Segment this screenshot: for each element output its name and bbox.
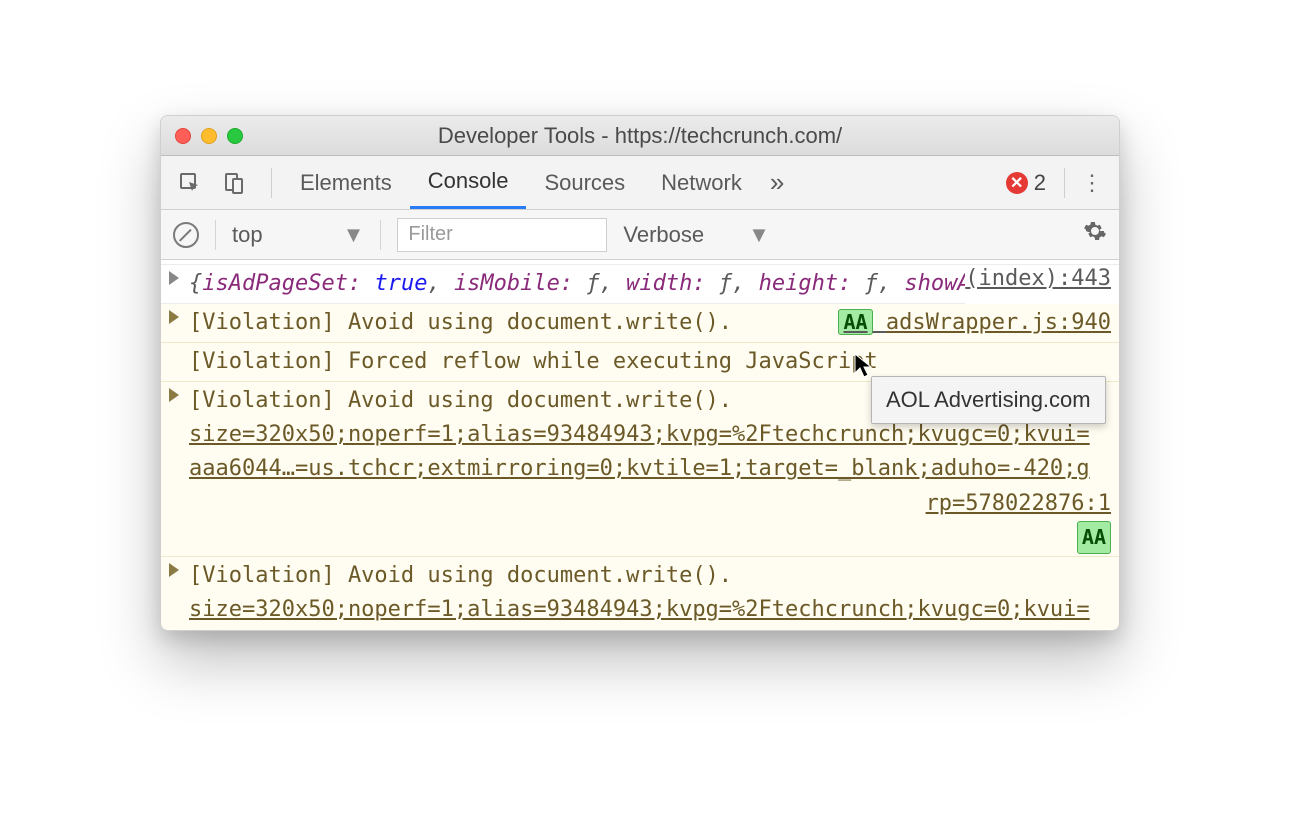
devtools-window: Developer Tools - https://techcrunch.com… <box>160 115 1120 631</box>
console-output: (index):443 {isAdPageSet: true, isMobile… <box>161 260 1119 630</box>
console-filter-bar: top ▼ Verbose ▼ <box>161 210 1119 260</box>
clear-console-icon[interactable] <box>173 222 199 248</box>
console-row-violation[interactable]: AA adsWrapper.js:940 [Violation] Avoid u… <box>161 304 1119 343</box>
kebab-menu-icon[interactable]: ⋮ <box>1077 170 1107 196</box>
separator <box>215 220 216 250</box>
titlebar: Developer Tools - https://techcrunch.com… <box>161 116 1119 156</box>
traffic-lights <box>175 128 243 144</box>
error-badge[interactable]: ✕ 2 <box>1006 170 1046 196</box>
url-text[interactable]: size=320x50;noperf=1;alias=93484943;kvpg… <box>189 593 1111 627</box>
tab-network[interactable]: Network <box>643 156 760 209</box>
error-icon: ✕ <box>1006 172 1028 194</box>
filter-input[interactable] <box>397 218 607 252</box>
violation-text: [Violation] Forced reflow while executin… <box>189 349 878 374</box>
level-label: Verbose <box>623 222 704 248</box>
gear-icon[interactable] <box>1083 219 1107 250</box>
window-title: Developer Tools - https://techcrunch.com… <box>161 123 1119 149</box>
violation-text: [Violation] Avoid using document.write()… <box>189 563 732 588</box>
url-text[interactable]: aaa6044…=us.tchcr;extmirroring=0;kvtile=… <box>189 452 1111 486</box>
disclosure-triangle-icon[interactable] <box>169 388 179 402</box>
log-level-selector[interactable]: Verbose ▼ <box>623 222 770 248</box>
device-toolbar-icon[interactable] <box>217 166 251 200</box>
inspect-element-icon[interactable] <box>173 166 207 200</box>
zoom-icon[interactable] <box>227 128 243 144</box>
panel-tabs: Elements Console Sources Network » <box>282 156 794 209</box>
tab-console[interactable]: Console <box>410 156 527 209</box>
violation-text: [Violation] Avoid using document.write()… <box>189 310 732 335</box>
url-text[interactable]: rp=578022876:1 <box>189 487 1111 521</box>
tooltip: AOL Advertising.com <box>871 376 1106 424</box>
third-party-badge[interactable]: AA <box>838 309 872 335</box>
tab-elements[interactable]: Elements <box>282 156 410 209</box>
separator <box>1064 168 1065 198</box>
disclosure-triangle-icon[interactable] <box>169 271 179 285</box>
source-link[interactable]: AA adsWrapper.js:940 <box>838 306 1111 340</box>
chevron-down-icon: ▼ <box>343 222 365 248</box>
source-link[interactable]: (index):443 <box>965 262 1111 296</box>
console-row-violation[interactable]: [Violation] Avoid using document.write()… <box>161 557 1119 630</box>
violation-text: [Violation] Avoid using document.write()… <box>189 388 732 413</box>
third-party-badge[interactable]: AA <box>1077 521 1111 554</box>
close-icon[interactable] <box>175 128 191 144</box>
tab-more[interactable]: » <box>760 156 794 209</box>
tab-sources[interactable]: Sources <box>526 156 643 209</box>
main-toolbar: Elements Console Sources Network » ✕ 2 ⋮ <box>161 156 1119 210</box>
separator <box>380 220 381 250</box>
error-count: 2 <box>1034 170 1046 196</box>
url-text[interactable]: aaa6044…=us.tchcr;extmirroring=0;kvtile=… <box>189 627 1111 630</box>
separator <box>271 168 272 198</box>
disclosure-triangle-icon[interactable] <box>169 563 179 577</box>
disclosure-triangle-icon[interactable] <box>169 310 179 324</box>
context-selector[interactable]: top ▼ <box>232 222 364 248</box>
chevron-down-icon: ▼ <box>748 222 770 248</box>
minimize-icon[interactable] <box>201 128 217 144</box>
context-label: top <box>232 222 263 248</box>
console-row[interactable]: {isAdPageSet: true, isMobile: ƒ, width: … <box>161 265 965 304</box>
